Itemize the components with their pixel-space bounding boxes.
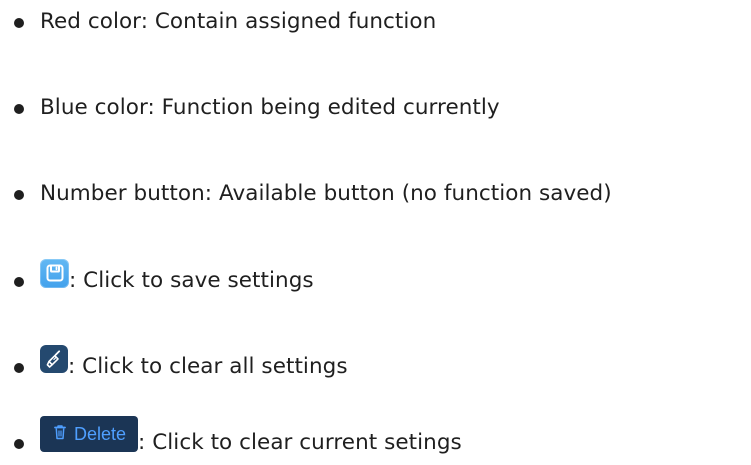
legend-item-red-color: Red color: Contain assigned function: [14, 0, 436, 44]
bullet-icon: [14, 190, 24, 200]
function-legend: Red color: Contain assigned function Blu…: [0, 0, 751, 464]
legend-item-blue-color: Blue color: Function being edited curren…: [14, 86, 500, 130]
bullet-icon: [14, 277, 24, 287]
legend-text: Red color: Contain assigned function: [40, 9, 437, 35]
bullet-icon: [14, 439, 24, 449]
delete-button-label: Delete: [74, 424, 127, 444]
legend-text: : Click to clear all settings: [68, 354, 348, 380]
broom-icon[interactable]: [40, 345, 68, 373]
save-icon[interactable]: [40, 258, 69, 288]
legend-text: : Click to clear current setings: [138, 430, 462, 456]
bullet-icon: [14, 18, 24, 28]
legend-item-clear-all: : Click to clear all settings: [14, 345, 348, 389]
legend-item-number-button: Number button: Available button (no func…: [14, 172, 612, 216]
bullet-icon: [14, 104, 24, 114]
legend-text: Blue color: Function being edited curren…: [40, 95, 500, 121]
bullet-icon: [14, 363, 24, 373]
legend-item-delete: Delete : Click to clear current setings: [14, 416, 462, 465]
trash-icon: [52, 423, 68, 446]
legend-item-save: : Click to save settings: [14, 258, 314, 303]
delete-button[interactable]: Delete: [40, 416, 139, 452]
legend-text: : Click to save settings: [69, 268, 314, 294]
legend-text: Number button: Available button (no func…: [40, 181, 612, 207]
